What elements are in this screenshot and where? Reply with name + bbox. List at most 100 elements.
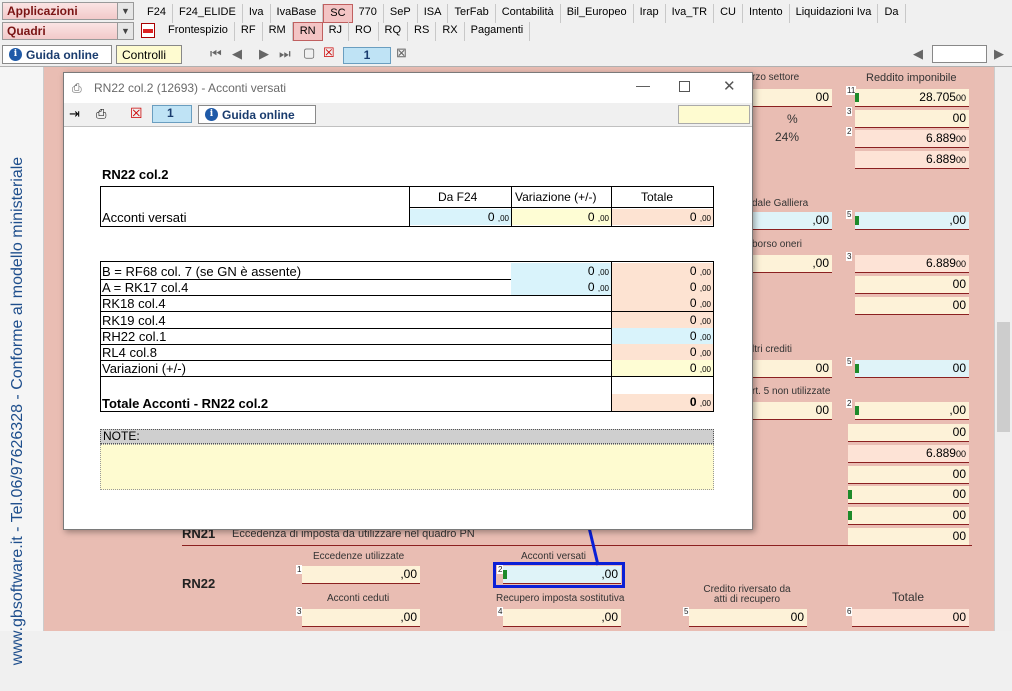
quadro-tab-rn[interactable]: RN — [292, 22, 323, 41]
vertical-scrollbar[interactable] — [994, 67, 1012, 631]
note-textarea[interactable] — [100, 444, 714, 490]
field-n7[interactable]: 00 — [848, 507, 969, 525]
label-credito-riv: Credito riversato da atti di recupero — [703, 584, 791, 605]
label-reddito: Reddito imponibile — [866, 72, 957, 84]
quadro-tab-frontespizio[interactable]: Frontespizio — [162, 22, 235, 41]
tab-sc[interactable]: SC — [323, 4, 353, 23]
field-n8[interactable]: 00 — [848, 528, 969, 546]
detail-row-total: 0 ,00 — [612, 295, 713, 312]
dialog-page-number[interactable]: 1 — [152, 105, 192, 123]
quadro-tab-ro[interactable]: RO — [349, 22, 379, 41]
quadro-tab-rf[interactable]: RF — [235, 22, 263, 41]
tab-770[interactable]: 770 — [353, 4, 384, 23]
field-r3[interactable]: 00 — [855, 110, 969, 128]
last-page-icon[interactable]: ⏭ — [279, 46, 291, 62]
tab-da[interactable]: Da — [878, 4, 906, 23]
quadro-tab-pagamenti[interactable]: Pagamenti — [465, 22, 531, 41]
exit-icon[interactable]: ⇥ — [69, 106, 80, 122]
close-icon[interactable]: ✕ — [723, 77, 736, 95]
prev-page-icon[interactable]: ◀ — [232, 46, 242, 62]
field-rimborso[interactable]: ,00 — [752, 255, 832, 273]
field-credito-riv[interactable]: 00 — [689, 609, 807, 627]
quadro-tab-rx[interactable]: RX — [436, 22, 465, 41]
quadri-dropdown[interactable]: Quadri ▼ — [2, 22, 134, 40]
quadri-label: Quadri — [7, 24, 46, 38]
field-n4[interactable]: 6.88900 — [848, 445, 969, 463]
quadro-tab-rm[interactable]: RM — [263, 22, 293, 41]
info-icon: i — [9, 48, 22, 61]
delete-icon[interactable]: ☒ — [130, 105, 143, 122]
delete-page-icon[interactable]: ☒ — [323, 45, 335, 61]
field-n6[interactable]: 00 — [848, 486, 969, 504]
detail-row-label: RK18 col.4 — [102, 296, 166, 312]
field-nonutil[interactable]: 00 — [752, 402, 832, 420]
field-oneri[interactable]: 6.88900 — [855, 255, 969, 273]
tab-iva[interactable]: Iva — [243, 4, 271, 23]
controlli-button[interactable]: Controlli — [116, 45, 182, 64]
maximize-icon[interactable] — [679, 81, 690, 92]
tab-bil-europeo[interactable]: Bil_Europeo — [561, 4, 634, 23]
pdf-icon[interactable] — [141, 23, 155, 38]
tab-liquidazioni-iva[interactable]: Liquidazioni Iva — [790, 4, 879, 23]
label-nonutil: rt. 5 non utilizzate — [752, 386, 831, 397]
guida-online-button[interactable]: i Guida online — [2, 45, 112, 64]
field-recupero[interactable]: ,00 — [503, 609, 621, 627]
acconti-daf24-field[interactable]: 0 ,00 — [410, 209, 511, 225]
detail-row-mid: 0 ,00 — [511, 279, 611, 296]
field-g5[interactable]: ,00 — [855, 212, 969, 230]
left-sidebar: www.gbsoftware.it - Tel.06/97626328 - Co… — [0, 67, 44, 665]
acconti-var-field[interactable]: 0 ,00 — [512, 209, 611, 225]
tab-irap[interactable]: Irap — [634, 4, 666, 23]
tab-intento[interactable]: Intento — [743, 4, 790, 23]
detail-row-label: RK19 col.4 — [102, 312, 166, 328]
detail-row-total: 0 ,00 — [612, 279, 713, 296]
page-number[interactable]: 1 — [343, 47, 391, 64]
field-reddito[interactable]: 28.70500 — [855, 89, 969, 107]
field-r5[interactable]: 6.88900 — [855, 151, 969, 169]
tab-iva-tr[interactable]: Iva_TR — [666, 4, 715, 23]
acconti-dialog: RN22 col.2 (12693) - Acconti versati ⎙ —… — [63, 72, 753, 530]
copy-page-icon[interactable]: ▢ — [303, 45, 315, 61]
printer-icon: ⎙ — [72, 81, 82, 95]
scroll-left-icon[interactable]: ◀ — [913, 46, 923, 62]
tab-cu[interactable]: CU — [714, 4, 743, 23]
field-r4[interactable]: 6.88900 — [855, 130, 969, 148]
label-rimborso: borso oneri — [752, 239, 803, 250]
tab-isa[interactable]: ISA — [418, 4, 449, 23]
applicazioni-label: Applicazioni — [7, 4, 78, 18]
tab-f24-elide[interactable]: F24_ELIDE — [173, 4, 243, 23]
field-n2[interactable]: ,00 — [855, 402, 969, 420]
next-page-icon[interactable]: ▶ — [259, 46, 269, 62]
field-o2[interactable]: 00 — [855, 276, 969, 294]
tab-terfab[interactable]: TerFab — [448, 4, 496, 23]
field-a5[interactable]: 00 — [855, 360, 969, 378]
field-acconti-ceduti[interactable]: ,00 — [302, 609, 420, 627]
tab-ivabase[interactable]: IvaBase — [271, 4, 324, 23]
field-galliera[interactable]: ,00 — [752, 212, 832, 230]
tab-f24[interactable]: F24 — [141, 4, 173, 23]
search-field[interactable] — [932, 45, 987, 63]
field-totale[interactable]: 00 — [852, 609, 969, 627]
tab-contabilit-[interactable]: Contabilità — [496, 4, 561, 23]
minimize-icon[interactable]: — — [636, 77, 650, 93]
header-daf24: Da F24 — [438, 190, 478, 204]
scroll-right-icon[interactable]: ▶ — [994, 46, 1004, 62]
detail-row-total[interactable]: 0 ,00 — [612, 360, 713, 377]
remove-icon[interactable]: ⊠ — [396, 45, 407, 61]
detail-row-total: 0 ,00 — [612, 311, 713, 328]
field-eccedenze[interactable]: ,00 — [302, 566, 420, 584]
field-o3[interactable]: 00 — [855, 297, 969, 315]
acconti-tot-field: 0 ,00 — [612, 209, 713, 225]
quadro-tab-rs[interactable]: RS — [408, 22, 437, 41]
field-altri[interactable]: 00 — [752, 360, 832, 378]
quadro-tab-rq[interactable]: RQ — [379, 22, 409, 41]
field-n3[interactable]: 00 — [848, 424, 969, 442]
print-icon[interactable]: ⎙ — [96, 106, 106, 122]
dialog-guida-button[interactable]: i Guida online — [198, 105, 316, 124]
applicazioni-dropdown[interactable]: Applicazioni ▼ — [2, 2, 134, 20]
quadro-tab-rj[interactable]: RJ — [323, 22, 350, 41]
tab-sep[interactable]: SeP — [384, 4, 418, 23]
field-n5[interactable]: 00 — [848, 466, 969, 484]
field-settore[interactable]: 00 — [752, 89, 832, 107]
first-page-icon[interactable]: ⏮ — [210, 46, 222, 62]
